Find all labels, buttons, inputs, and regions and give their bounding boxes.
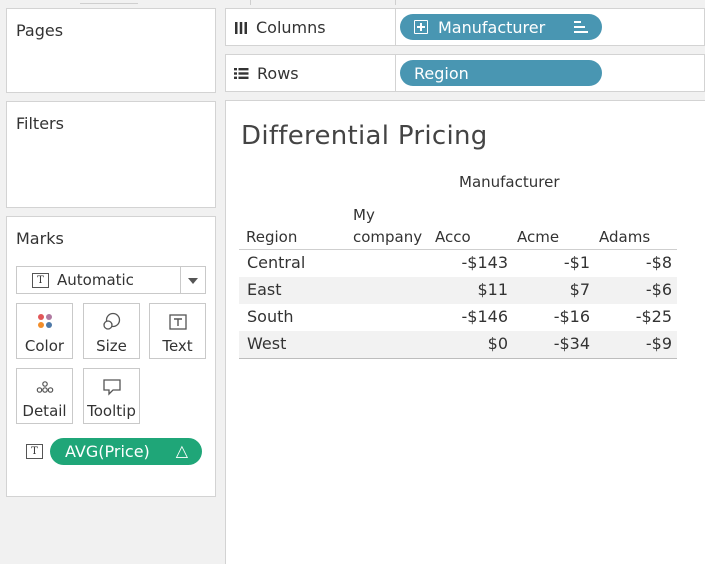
column-header[interactable]: Acme [517,226,559,248]
pages-title: Pages [16,21,64,40]
mark-type-value: Automatic [57,271,134,289]
text-button[interactable]: Text [149,303,206,359]
column-header[interactable]: Acco [435,226,471,248]
detail-icon [36,381,53,393]
rows-shelf-label: Rows [234,64,299,83]
chevron-down-icon[interactable] [188,278,198,284]
value-cell: -$25 [635,307,672,326]
mark-type-dropdown[interactable]: T Automatic [16,266,206,294]
column-group-header[interactable]: Manufacturer [459,173,560,191]
region-cell: East [247,280,282,299]
tooltip-icon [102,379,121,396]
shelf-divider [395,55,396,91]
region-pill-label: Region [414,63,469,83]
columns-label-text: Columns [256,18,326,37]
value-cell: -$8 [645,253,672,272]
table-row[interactable]: South -$146 -$16 -$25 [239,304,677,331]
table-bottom-rule [239,358,677,359]
row-header-region[interactable]: Region [246,226,297,248]
marks-card: Marks T Automatic Color Size Text Detail… [6,216,216,497]
rows-label-text: Rows [257,64,299,83]
avg-price-pill[interactable]: AVG(Price) △ [50,438,202,465]
size-label: Size [96,337,127,355]
value-cell: -$34 [553,334,590,353]
color-label: Color [24,337,65,355]
region-cell: South [247,307,294,326]
divider [250,0,251,5]
filters-title: Filters [16,114,64,133]
table-calc-delta-icon: △ [175,441,188,460]
table-row[interactable]: East $11 $7 -$6 [239,277,677,304]
value-cell: $11 [477,280,508,299]
text-label: Text [162,337,193,355]
tab-indicator [80,0,138,4]
region-cell: West [247,334,287,353]
column-header[interactable]: Adams [599,226,650,248]
tooltip-label: Tooltip [87,402,136,420]
value-cell: $0 [487,334,508,353]
avg-price-pill-label: AVG(Price) [65,442,150,461]
color-button[interactable]: Color [16,303,73,359]
columns-shelf[interactable]: Columns Manufacturer [225,8,705,46]
value-cell: -$1 [563,253,590,272]
columns-icon [235,21,247,34]
text-encoding-icon[interactable]: T [26,444,43,459]
size-button[interactable]: Size [83,303,140,359]
divider [395,0,396,5]
worksheet-view[interactable]: Differential Pricing Manufacturer Region… [225,100,705,564]
pages-card[interactable]: Pages [6,8,216,93]
color-palette-icon [37,314,52,328]
table-row[interactable]: West $0 -$34 -$9 [239,331,677,358]
value-cell: -$146 [461,307,509,326]
text-icon [168,314,187,330]
detail-label: Detail [22,402,67,420]
value-cell: -$16 [553,307,590,326]
rows-icon [234,68,249,79]
value-cell: $7 [569,280,590,299]
tooltip-button[interactable]: Tooltip [83,368,140,424]
detail-button[interactable]: Detail [16,368,73,424]
top-toolbar-strip [0,0,705,8]
marks-title: Marks [16,229,64,248]
region-cell: Central [247,253,306,272]
text-mark-icon: T [32,273,49,288]
columns-shelf-label: Columns [234,18,326,37]
worksheet-title: Differential Pricing [241,121,488,151]
rows-shelf[interactable]: Rows Region [225,54,705,92]
expand-plus-icon[interactable] [414,20,428,34]
manufacturer-pill-label: Manufacturer [438,17,546,37]
table-row[interactable]: Central -$143 -$1 -$8 [239,250,677,277]
value-cell: -$6 [645,280,672,299]
size-icon [102,312,120,330]
dropdown-separator [180,267,181,293]
column-header[interactable]: My company [353,204,422,248]
manufacturer-pill[interactable]: Manufacturer [400,14,602,40]
shelf-divider [395,9,396,45]
sort-descending-icon[interactable] [574,21,588,33]
filters-card[interactable]: Filters [6,101,216,208]
value-cell: -$9 [645,334,672,353]
region-pill[interactable]: Region [400,60,602,86]
value-cell: -$143 [461,253,509,272]
